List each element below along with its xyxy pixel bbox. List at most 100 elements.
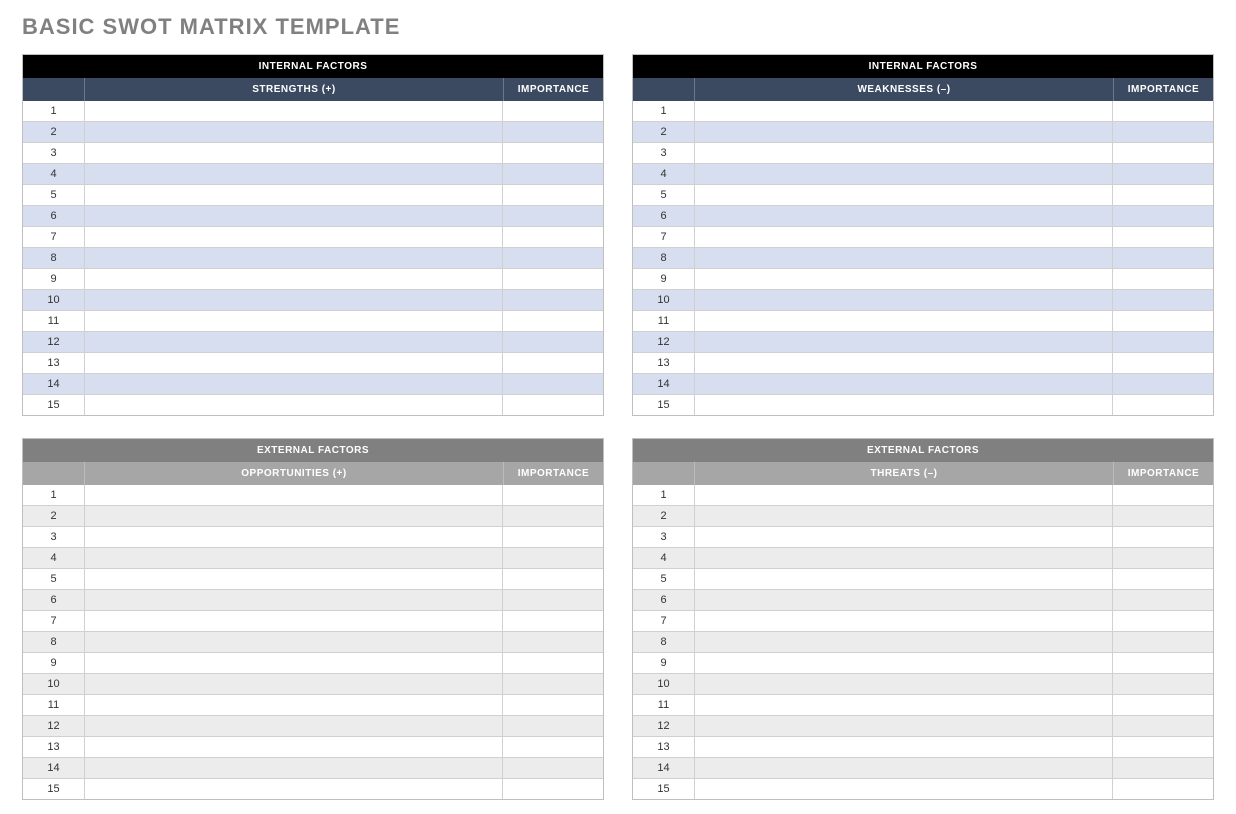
row-text-cell[interactable] [85, 569, 503, 589]
row-text-cell[interactable] [695, 674, 1113, 694]
row-text-cell[interactable] [695, 101, 1113, 121]
row-text-cell[interactable] [85, 506, 503, 526]
row-text-cell[interactable] [695, 590, 1113, 610]
row-text-cell[interactable] [85, 269, 503, 289]
row-importance-cell[interactable] [503, 164, 603, 184]
row-text-cell[interactable] [695, 164, 1113, 184]
row-text-cell[interactable] [695, 395, 1113, 415]
row-importance-cell[interactable] [1113, 374, 1213, 394]
row-text-cell[interactable] [85, 716, 503, 736]
row-importance-cell[interactable] [503, 353, 603, 373]
row-importance-cell[interactable] [503, 290, 603, 310]
row-text-cell[interactable] [85, 674, 503, 694]
row-text-cell[interactable] [695, 332, 1113, 352]
row-text-cell[interactable] [695, 353, 1113, 373]
row-text-cell[interactable] [85, 101, 503, 121]
row-importance-cell[interactable] [1113, 506, 1213, 526]
row-importance-cell[interactable] [1113, 122, 1213, 142]
row-text-cell[interactable] [695, 311, 1113, 331]
row-text-cell[interactable] [695, 695, 1113, 715]
row-importance-cell[interactable] [1113, 527, 1213, 547]
row-text-cell[interactable] [695, 779, 1113, 799]
row-text-cell[interactable] [695, 611, 1113, 631]
row-text-cell[interactable] [695, 548, 1113, 568]
row-importance-cell[interactable] [503, 716, 603, 736]
row-importance-cell[interactable] [503, 122, 603, 142]
row-importance-cell[interactable] [1113, 653, 1213, 673]
row-importance-cell[interactable] [1113, 674, 1213, 694]
row-text-cell[interactable] [85, 353, 503, 373]
row-text-cell[interactable] [85, 632, 503, 652]
row-text-cell[interactable] [695, 374, 1113, 394]
row-text-cell[interactable] [695, 737, 1113, 757]
row-importance-cell[interactable] [1113, 779, 1213, 799]
row-importance-cell[interactable] [503, 548, 603, 568]
row-text-cell[interactable] [85, 248, 503, 268]
row-text-cell[interactable] [85, 527, 503, 547]
row-importance-cell[interactable] [503, 737, 603, 757]
row-importance-cell[interactable] [1113, 353, 1213, 373]
row-importance-cell[interactable] [1113, 311, 1213, 331]
row-importance-cell[interactable] [1113, 395, 1213, 415]
row-importance-cell[interactable] [503, 374, 603, 394]
row-importance-cell[interactable] [503, 779, 603, 799]
row-importance-cell[interactable] [503, 527, 603, 547]
row-text-cell[interactable] [85, 290, 503, 310]
row-importance-cell[interactable] [1113, 590, 1213, 610]
row-text-cell[interactable] [85, 185, 503, 205]
row-text-cell[interactable] [85, 206, 503, 226]
row-importance-cell[interactable] [1113, 101, 1213, 121]
row-importance-cell[interactable] [503, 395, 603, 415]
row-text-cell[interactable] [85, 311, 503, 331]
row-text-cell[interactable] [695, 290, 1113, 310]
row-importance-cell[interactable] [503, 674, 603, 694]
row-importance-cell[interactable] [1113, 164, 1213, 184]
row-importance-cell[interactable] [1113, 206, 1213, 226]
row-importance-cell[interactable] [503, 185, 603, 205]
row-text-cell[interactable] [695, 269, 1113, 289]
row-text-cell[interactable] [695, 122, 1113, 142]
row-text-cell[interactable] [85, 737, 503, 757]
row-text-cell[interactable] [695, 506, 1113, 526]
row-text-cell[interactable] [85, 395, 503, 415]
row-text-cell[interactable] [85, 164, 503, 184]
row-text-cell[interactable] [695, 716, 1113, 736]
row-text-cell[interactable] [85, 548, 503, 568]
row-importance-cell[interactable] [503, 590, 603, 610]
row-importance-cell[interactable] [1113, 716, 1213, 736]
row-importance-cell[interactable] [503, 248, 603, 268]
row-text-cell[interactable] [695, 527, 1113, 547]
row-importance-cell[interactable] [1113, 185, 1213, 205]
row-importance-cell[interactable] [503, 332, 603, 352]
row-text-cell[interactable] [85, 485, 503, 505]
row-importance-cell[interactable] [1113, 290, 1213, 310]
row-importance-cell[interactable] [503, 311, 603, 331]
row-importance-cell[interactable] [1113, 332, 1213, 352]
row-importance-cell[interactable] [503, 611, 603, 631]
row-text-cell[interactable] [85, 611, 503, 631]
row-importance-cell[interactable] [1113, 611, 1213, 631]
row-importance-cell[interactable] [503, 506, 603, 526]
row-text-cell[interactable] [85, 122, 503, 142]
row-importance-cell[interactable] [1113, 548, 1213, 568]
row-importance-cell[interactable] [503, 206, 603, 226]
row-text-cell[interactable] [695, 248, 1113, 268]
row-text-cell[interactable] [85, 332, 503, 352]
row-text-cell[interactable] [85, 653, 503, 673]
row-importance-cell[interactable] [1113, 485, 1213, 505]
row-text-cell[interactable] [85, 695, 503, 715]
row-text-cell[interactable] [85, 227, 503, 247]
row-importance-cell[interactable] [1113, 632, 1213, 652]
row-text-cell[interactable] [695, 758, 1113, 778]
row-text-cell[interactable] [695, 632, 1113, 652]
row-importance-cell[interactable] [503, 569, 603, 589]
row-importance-cell[interactable] [1113, 248, 1213, 268]
row-importance-cell[interactable] [1113, 737, 1213, 757]
row-importance-cell[interactable] [1113, 569, 1213, 589]
row-importance-cell[interactable] [503, 485, 603, 505]
row-text-cell[interactable] [695, 485, 1113, 505]
row-importance-cell[interactable] [1113, 269, 1213, 289]
row-importance-cell[interactable] [1113, 227, 1213, 247]
row-importance-cell[interactable] [503, 758, 603, 778]
row-importance-cell[interactable] [503, 653, 603, 673]
